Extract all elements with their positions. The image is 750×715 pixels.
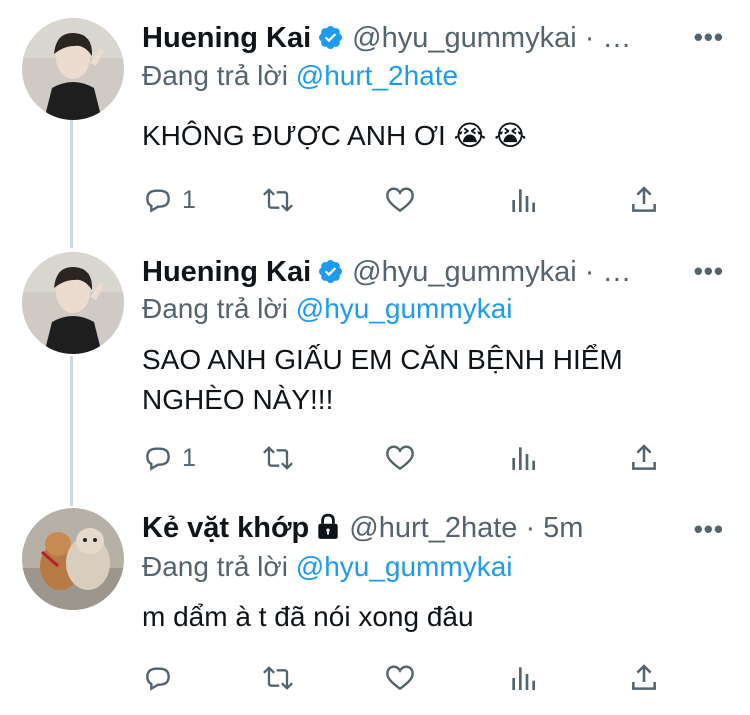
display-name[interactable]: Kẻ vặt khớp bbox=[142, 512, 309, 544]
like-button[interactable] bbox=[384, 662, 416, 694]
tweet-text: m dẩm à t đã nói xong đâu bbox=[142, 601, 474, 632]
mention-link[interactable]: @hyu_gummykai bbox=[296, 551, 513, 582]
avatar[interactable] bbox=[22, 508, 124, 610]
like-icon bbox=[386, 665, 414, 691]
retweet-icon bbox=[263, 666, 293, 690]
lock-icon bbox=[315, 512, 341, 552]
reply-icon bbox=[146, 667, 170, 691]
more-icon[interactable]: ••• bbox=[694, 514, 724, 544]
replying-to-label: Đang trả lời bbox=[142, 551, 288, 582]
analytics-button[interactable] bbox=[507, 662, 539, 694]
replying-to: Đang trả lời @hyu_gummykai bbox=[142, 551, 513, 583]
timestamp[interactable]: · 5m bbox=[525, 512, 583, 544]
tweet-3[interactable]: Kẻ vặt khớp @hurt_2hate · 5m ••• Đang trả… bbox=[0, 0, 750, 715]
analytics-icon bbox=[512, 667, 535, 690]
share-icon bbox=[632, 664, 656, 690]
share-button[interactable] bbox=[628, 662, 660, 694]
handle[interactable]: @hurt_2hate bbox=[349, 512, 517, 544]
action-bar bbox=[142, 662, 682, 694]
retweet-button[interactable] bbox=[260, 662, 296, 694]
reply-button[interactable] bbox=[142, 662, 182, 694]
tweet-header: Kẻ vặt khớp @hurt_2hate · 5m bbox=[142, 508, 583, 548]
